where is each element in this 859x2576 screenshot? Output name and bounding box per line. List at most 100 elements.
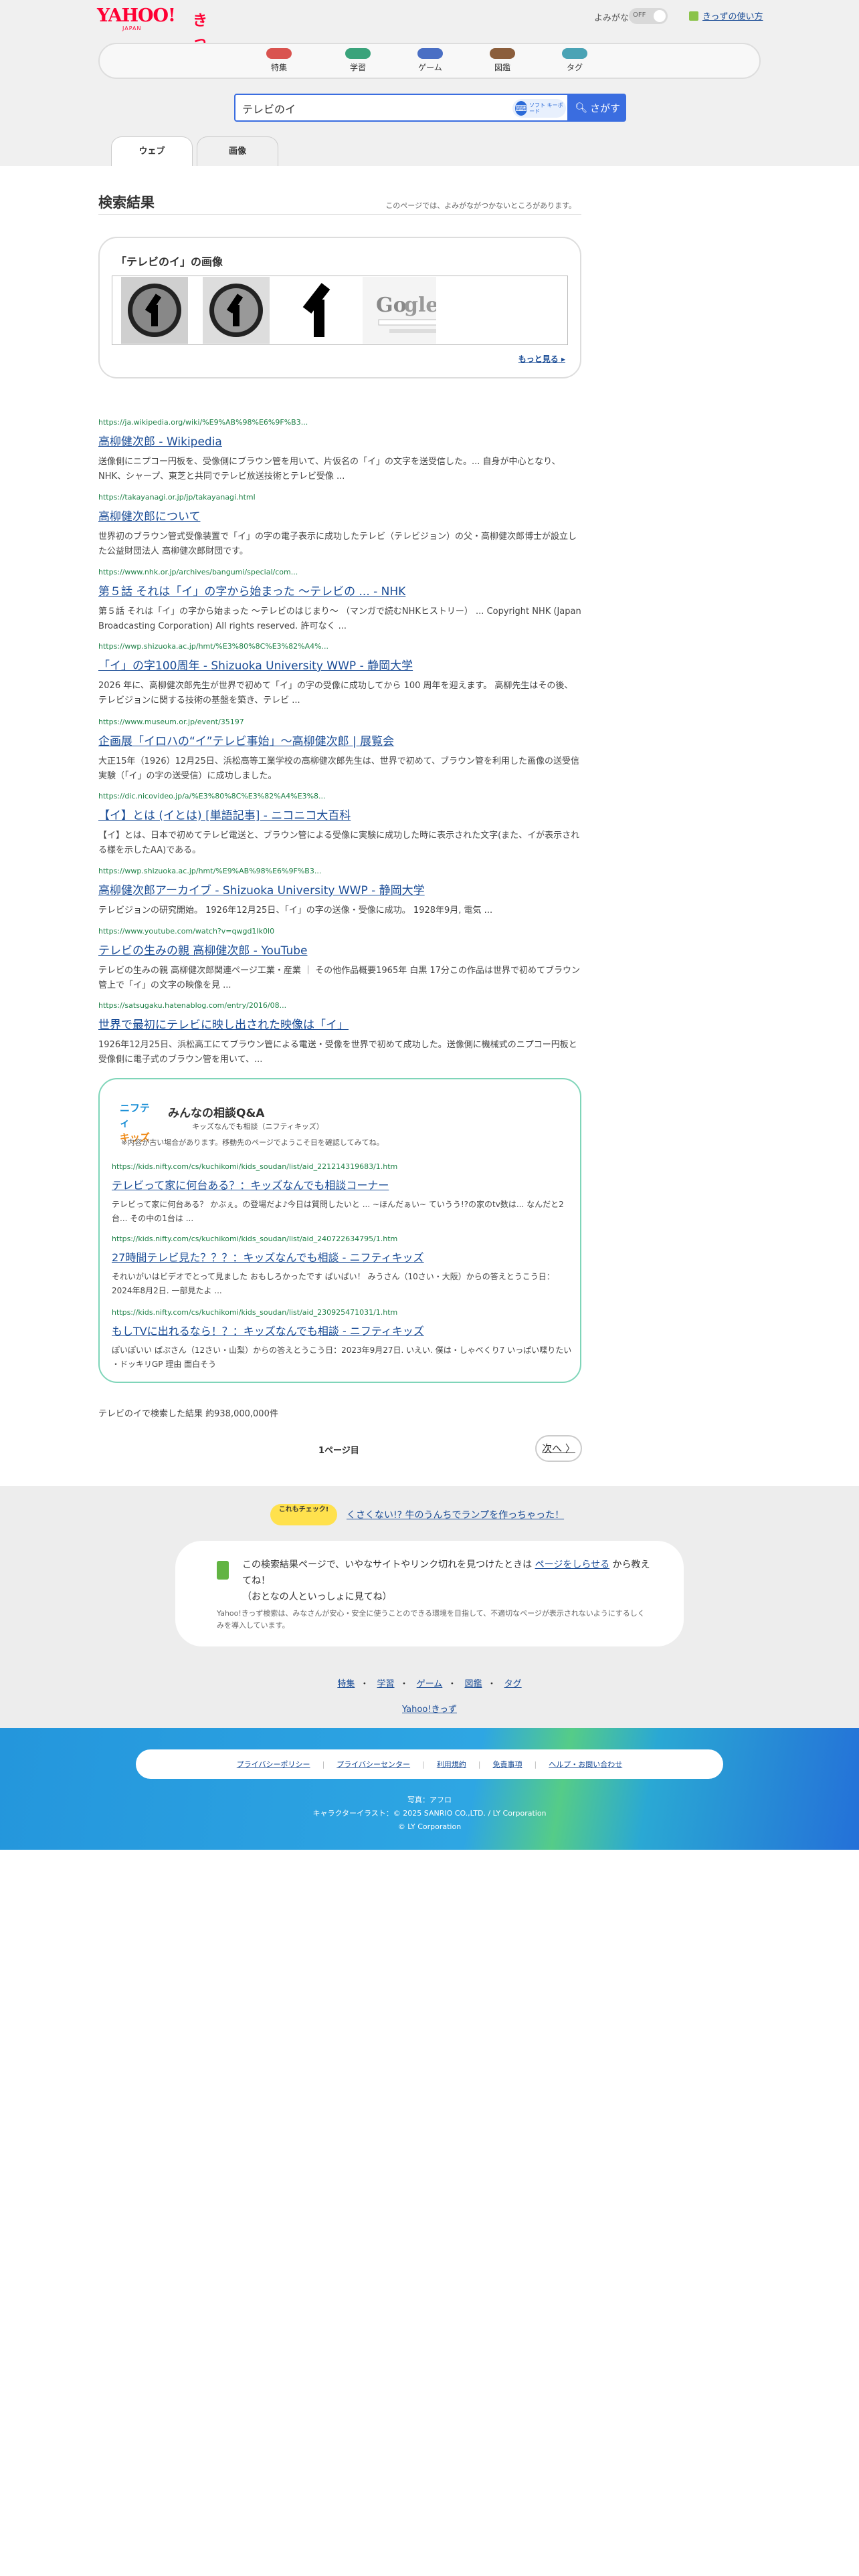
result-title-link[interactable]: 「イ」の字100周年 - Shizuoka University WWP - 静… [98,656,581,673]
result-title-link[interactable]: テレビの生みの親 高柳健次郎 - YouTube [98,941,581,958]
promo-badge: これもチェック! [270,1504,337,1525]
result-url: https://ja.wikipedia.org/wiki/%E9%AB%98%… [98,418,308,427]
credit-copyright: © LY Corporation [397,1822,462,1831]
nav-label: 学習 [349,63,366,72]
footer-link-game[interactable]: ゲーム [417,1679,443,1689]
image-thumbnail[interactable]: Go gle [363,277,436,344]
search-result: https://satsugaku.hatenablog.com/entry/2… [98,1001,581,1067]
nav-label: ゲーム [418,63,442,72]
result-url: https://www.museum.or.jp/event/35197 [98,718,244,726]
result-url: https://www.youtube.com/watch?v=qwgd1Ik0… [98,927,275,936]
qa-title-link[interactable]: テレビって家に何台ある？：キッズなんでも相談コーナー [112,1176,573,1192]
svg-text:gle: gle [404,294,436,317]
result-title-link[interactable]: 高柳健次郎アーカイブ - Shizuoka University WWP - 静… [98,881,581,897]
image-results-title: 「テレビのイ」の画像 [116,255,223,268]
footer-link-gakushu[interactable]: 学習 [377,1679,395,1689]
privacy-center-link[interactable]: プライバシーセンター [337,1759,410,1769]
toggle-knob [654,10,666,22]
footer-link-tag[interactable]: タグ [504,1679,522,1689]
search-result: https://wwp.shizuoka.ac.jp/hmt/%E3%80%8C… [98,642,581,708]
logo-sub-text: JAPAN [122,25,142,31]
image-thumbnail[interactable] [281,277,355,344]
search-input[interactable] [242,100,510,116]
search-result: https://dic.nicovideo.jp/a/%E3%80%8C%E3%… [98,792,581,858]
tab-image[interactable]: 画像 [197,136,278,166]
image-results-box: 「テレビのイ」の画像 Go gle もっと見る ▸ [98,237,581,379]
howto-link-wrap[interactable]: きっずの使い方 [689,9,763,22]
help-link[interactable]: ヘルプ・お問い合わせ [549,1759,622,1769]
qa-title-link[interactable]: 27時間テレビ見た？？？：キッズなんでも相談 - ニフティキッズ [112,1249,573,1265]
study-icon [345,48,371,59]
result-title-link[interactable]: 世界で最初にテレビに映し出された映像は「イ」 [98,1015,581,1032]
nav-item-gakushu[interactable]: 学習 [331,48,385,73]
search-icon: 🔍︎ [574,102,588,114]
next-page-button[interactable]: 次へ 〉 [535,1435,582,1462]
footer-nav: 特集・ 学習・ ゲーム・ 図鑑・ タグ [337,1679,522,1689]
report-link[interactable]: ページをしらせる [535,1560,609,1570]
result-title-link[interactable]: 第５話 それは「イ」の字から始まった 〜テレビの ... - NHK [98,582,581,599]
result-url: https://dic.nicovideo.jp/a/%E3%80%8C%E3%… [98,792,326,800]
result-url: https://takayanagi.or.jp/jp/takayanagi.h… [98,493,256,502]
qa-subtitle: キッズなんでも相談（ニフティキッズ） [192,1122,324,1131]
qa-box: ニフティ キッズ みんなの相談Q&A キッズなんでも相談（ニフティキッズ） ※内… [98,1078,581,1383]
qa-url: https://kids.nifty.com/cs/kuchikomi/kids… [112,1162,398,1171]
nav-label: 特集 [270,63,287,72]
disclaimer-link[interactable]: 免責事項 [493,1759,522,1769]
footer-yahoo-kids-link[interactable]: Yahoo!きっず [402,1705,457,1715]
terms-link[interactable]: 利用規約 [437,1759,466,1769]
nav-item-tag[interactable]: タグ [548,48,601,73]
results-header: 検索結果 このページでは、よみがながつかないところがあります。 [98,191,581,215]
qa-item: https://kids.nifty.com/cs/kuchikomi/kids… [112,1235,573,1298]
qa-snippet: それいがいはビデオでとって見ました おもしろかったです ぱいぱい！ みうさん（1… [112,1272,555,1295]
footer-link-zukan[interactable]: 図鑑 [464,1679,482,1689]
search-box: ⌨ ソフト キーボード [234,94,569,122]
promo-banner[interactable]: これもチェック! くさくない!? 牛のうんちでランプを作っちゃった！ [270,1503,591,1527]
credit-photo: 写真：アフロ [407,1796,452,1804]
image-more-link[interactable]: もっと見る ▸ [518,353,565,364]
image-thumbnail[interactable] [118,277,191,344]
nifty-kids-logo[interactable]: ニフティ キッズ [120,1101,157,1144]
footer-blue: プライバシーポリシー | プライバシーセンター | 利用規約 | 免責事項 | ヘルプ・… [0,1728,859,1850]
credits: 写真：アフロ キャラクターイラスト：© 2025 SANRIO CO.,LTD.… [0,1794,859,1834]
nav-item-zukan[interactable]: 図鑑 [476,48,529,73]
search-result: https://wwp.shizuoka.ac.jp/hmt/%E9%AB%98… [98,867,581,918]
game-icon [417,48,443,59]
nav-item-game[interactable]: ゲーム [403,48,457,73]
search-result: https://ja.wikipedia.org/wiki/%E9%AB%98%… [98,418,581,484]
result-title-link[interactable]: 高柳健次郎について [98,507,581,524]
search-bar: ⌨ ソフト キーボード 🔍︎ さがす [234,94,626,122]
result-count: テレビのイで検索した結果 約938,000,000件 [98,1409,278,1419]
privacy-policy-link[interactable]: プライバシーポリシー [237,1759,310,1769]
howto-link[interactable]: きっずの使い方 [702,9,763,22]
yomigana-label: よみがな [594,13,630,23]
report-text: この検索結果ページで、いやなサイトやリンク切れを見つけたときは ページをしらせる… [242,1560,650,1602]
result-url: https://www.nhk.or.jp/archives/bangumi/s… [98,568,298,576]
report-note: Yahoo!きっず検索は、みなさんが安心・安全に使うことのできる環境を目指して、… [217,1609,645,1630]
page-number: 1ページ目 [318,1446,359,1456]
result-title-link[interactable]: 高柳健次郎 - Wikipedia [98,432,581,449]
yahoo-kids-logo[interactable]: YAHOO! きっず JAPAN [97,7,217,73]
result-title-link[interactable]: 【イ】とは (イとは) [単語記事] - ニコニコ大百科 [98,806,581,823]
yomigana-toggle[interactable]: OFF [629,8,668,24]
search-button[interactable]: 🔍︎ さがす [569,94,626,122]
qa-title-link[interactable]: もしTVに出れるなら！？：キッズなんでも相談 - ニフティキッズ [112,1322,573,1338]
report-box: この検索結果ページで、いやなサイトやリンク切れを見つけたときは ページをしらせる… [175,1541,684,1646]
result-title-link[interactable]: 企画展「イロハの“イ”テレビ事始」〜高柳健次郎 | 展覧会 [98,732,581,748]
tab-web[interactable]: ウェブ [111,136,193,166]
result-snippet: 第５話 それは「イ」の字から始まった 〜テレビのはじまり〜 （マンガで読むNHK… [98,607,581,631]
nifty-logo-top: ニフティ [120,1102,151,1129]
yomigana-note: このページでは、よみがながつかないところがあります。 [385,201,576,210]
software-keyboard-button[interactable]: ⌨ ソフト キーボード [512,99,566,118]
image-thumbnail[interactable] [199,277,273,344]
qa-snippet: テレビって家に何台ある？ かぶぇ。の登場だよ♪今日は質問したいと ... ~ほん… [112,1200,564,1223]
search-result: https://takayanagi.or.jp/jp/takayanagi.h… [98,493,581,559]
search-button-label: さがす [590,102,621,114]
keyboard-label: ソフト キーボード [529,102,563,114]
result-url: https://wwp.shizuoka.ac.jp/hmt/%E3%80%8C… [98,642,329,651]
nav-label: タグ [566,63,583,72]
footer-yahoo-kids-wrap: Yahoo!きっず [0,1702,859,1715]
promo-link[interactable]: くさくない!? 牛のうんちでランプを作っちゃった！ [347,1508,564,1521]
nav-item-tokushu[interactable]: 特集 [252,48,306,73]
footer-link-tokushu[interactable]: 特集 [337,1679,355,1689]
qa-item: https://kids.nifty.com/cs/kuchikomi/kids… [112,1308,573,1372]
